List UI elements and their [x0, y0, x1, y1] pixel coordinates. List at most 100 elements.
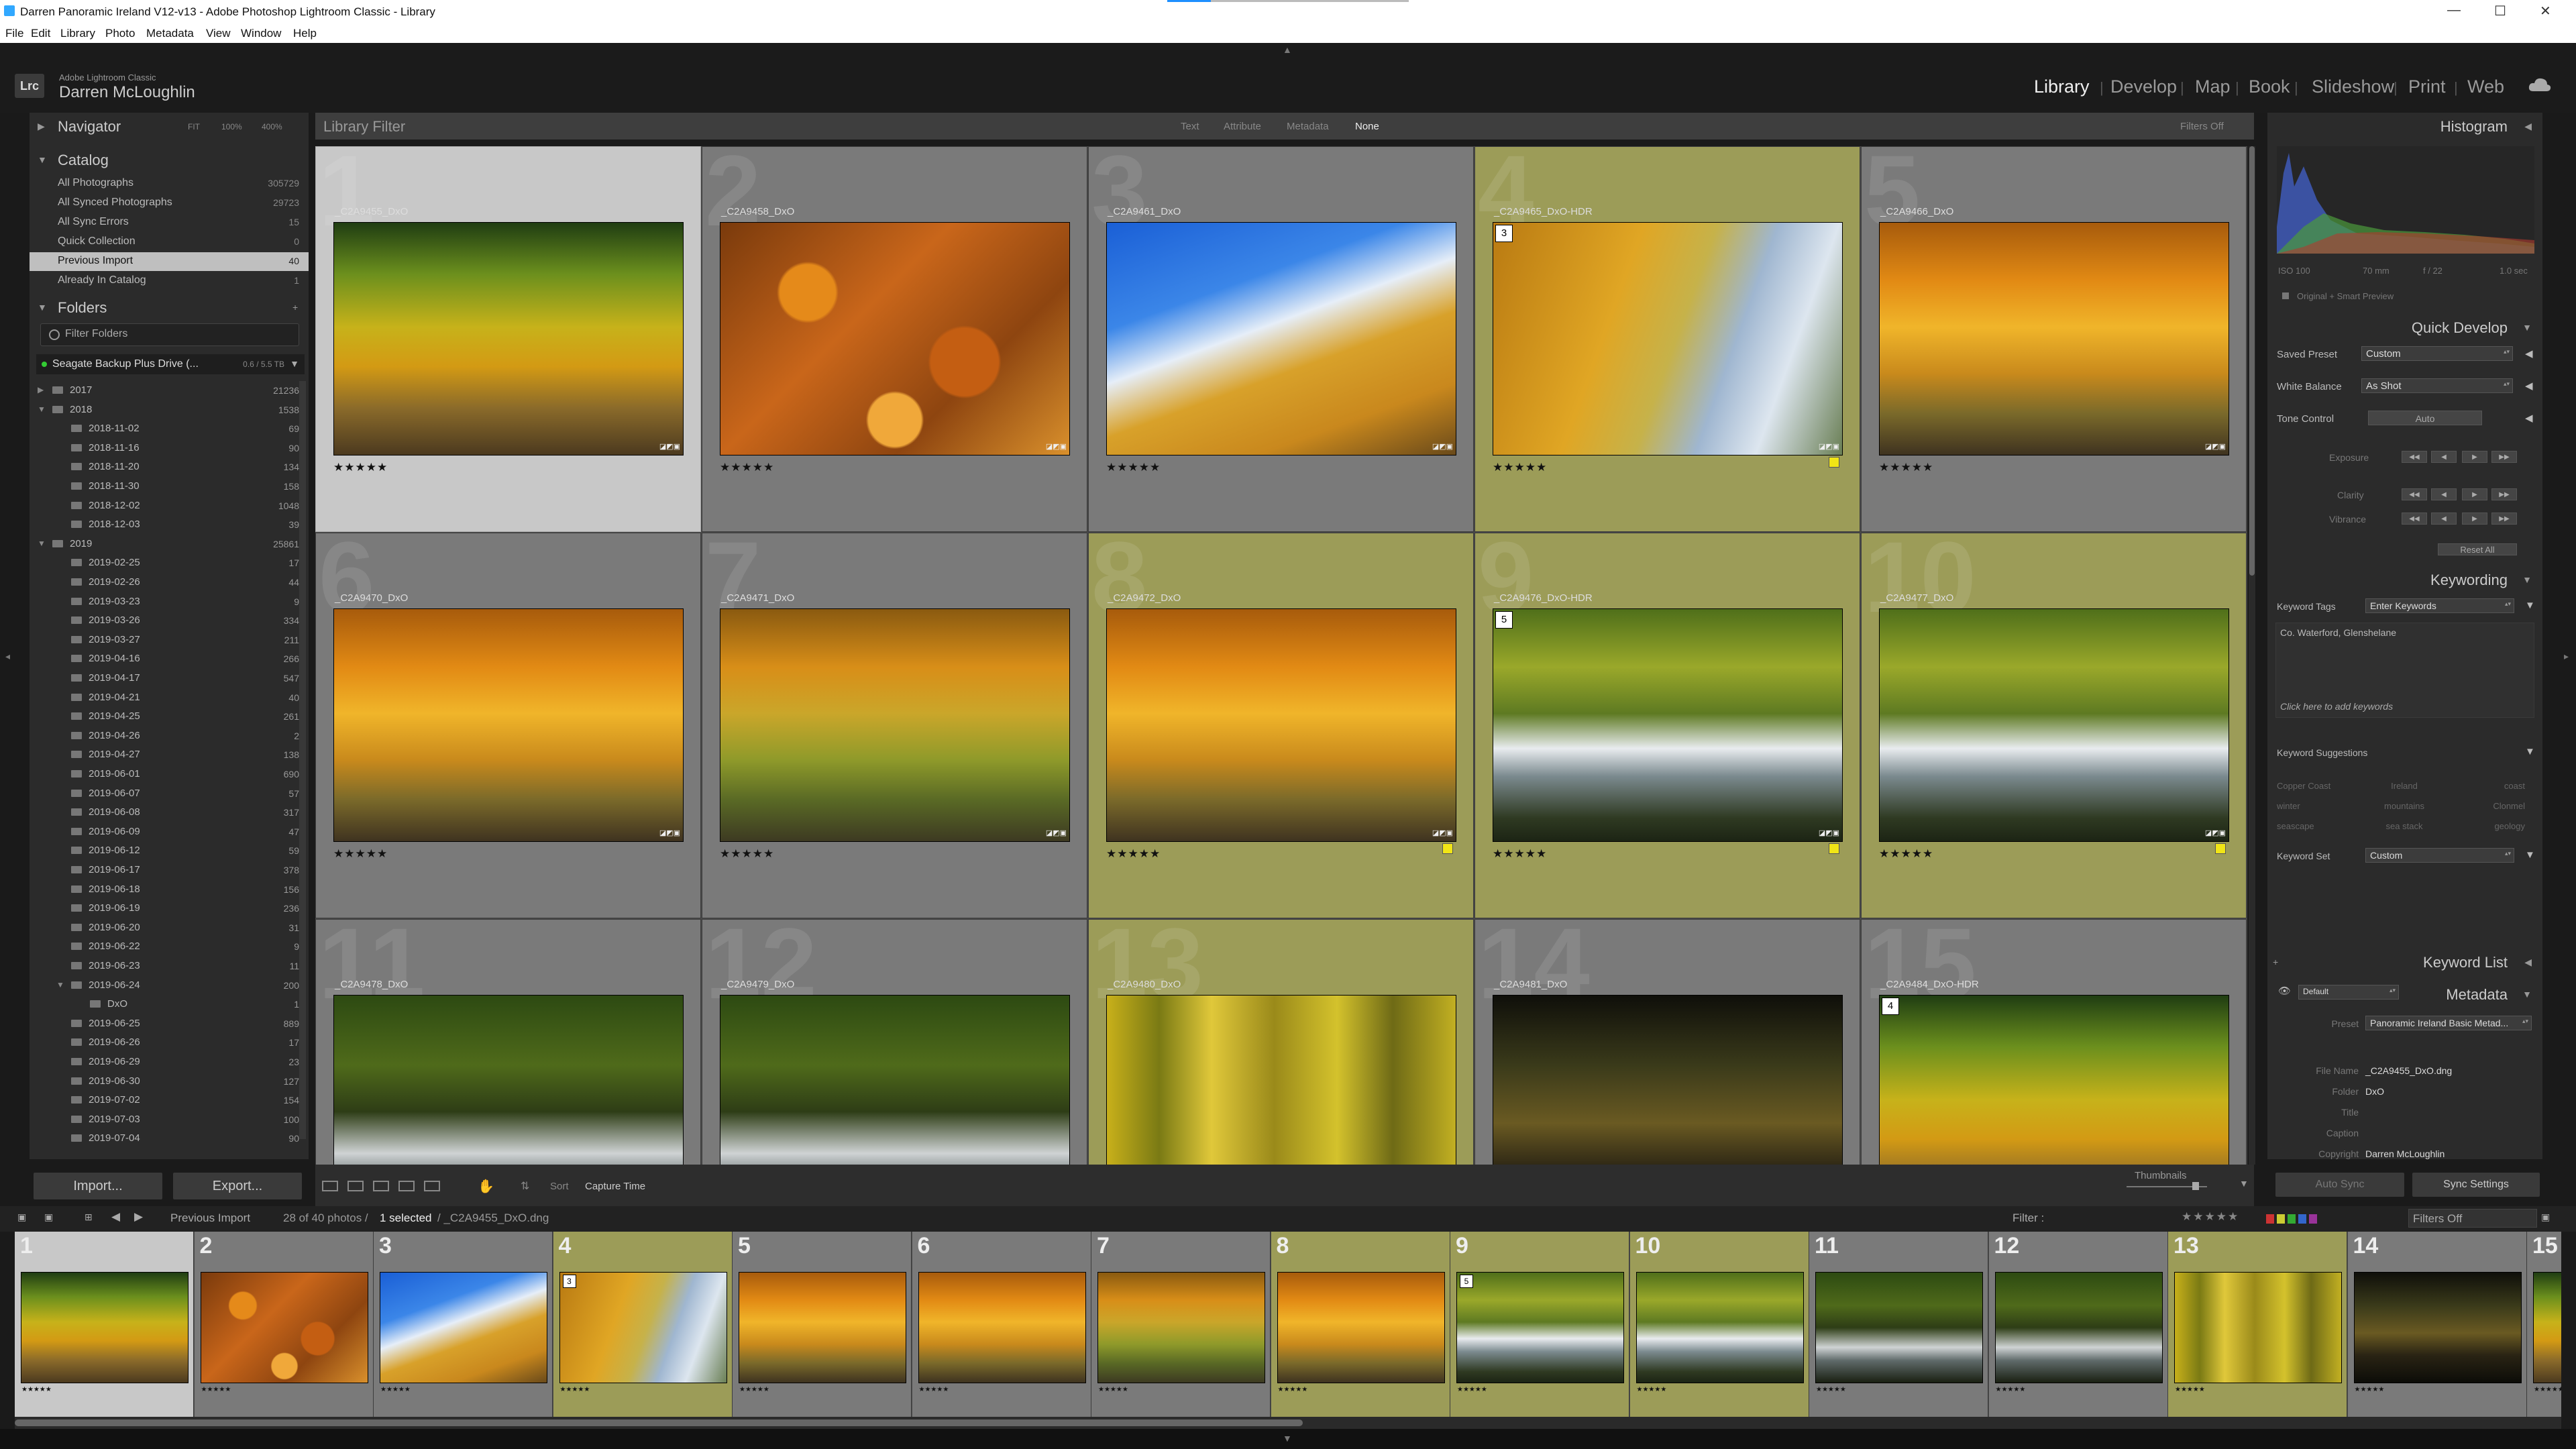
thumbnail-badges-icon[interactable]: ◪◩▣: [2205, 442, 2226, 451]
color-label-filters[interactable]: [2266, 1214, 2340, 1224]
volume-row[interactable]: Seagate Backup Plus Drive (... 0.6 / 5.5…: [36, 354, 305, 374]
folder-item[interactable]: 2019-04-16 266: [30, 649, 309, 669]
folder-item[interactable]: 2019-07-04 90: [30, 1129, 309, 1148]
folder-item[interactable]: 2019-06-08 317: [30, 803, 309, 822]
cell-rating[interactable]: ★★★★★: [1106, 461, 1161, 474]
thumbnail-badges-icon[interactable]: ◪◩▣: [1046, 828, 1067, 837]
module-slideshow[interactable]: Slideshow: [2312, 76, 2394, 97]
volume-menu-icon[interactable]: ▼: [290, 358, 299, 369]
survey-view-icon[interactable]: [398, 1181, 415, 1191]
cell-rating[interactable]: ★★★★★: [1879, 847, 1933, 861]
keyword-suggestion[interactable]: seascape: [2277, 821, 2357, 831]
grid-cell[interactable]: 14_C2A9481_DxO◪◩▣: [1474, 919, 1860, 1165]
metadata-header[interactable]: 👁 Default Metadata ▼: [2267, 981, 2542, 1008]
grid-cell[interactable]: 5 _C2A9466_DxO ◪◩▣ ★★★★★: [1861, 146, 2247, 532]
keyword-list-header[interactable]: + Keyword List ◀: [2267, 949, 2542, 975]
toolbar-menu-icon[interactable]: ▼: [2239, 1178, 2249, 1189]
photo-thumbnail[interactable]: [720, 608, 1070, 842]
loupe-view-icon[interactable]: [347, 1181, 364, 1191]
folder-disclosure-icon[interactable]: ▼: [56, 980, 64, 989]
filmstrip-cell[interactable]: 13 ★★★★★: [2168, 1232, 2347, 1417]
import-button[interactable]: Import...: [34, 1173, 162, 1199]
folder-item[interactable]: 2019-06-20 31: [30, 918, 309, 938]
filter-metadata[interactable]: Metadata: [1287, 121, 1329, 132]
filmstrip-thumbnail[interactable]: [918, 1272, 1086, 1383]
filmstrip-cell[interactable]: 7 ★★★★★: [1091, 1232, 1271, 1417]
module-map[interactable]: Map: [2195, 76, 2231, 97]
thumbnail-slider-handle[interactable]: [2192, 1182, 2199, 1190]
photo-thumbnail[interactable]: [1106, 222, 1456, 455]
stack-count-badge[interactable]: 3: [1495, 225, 1513, 242]
keyword-tags-select[interactable]: Enter Keywords: [2365, 598, 2514, 613]
grid-cell[interactable]: 8 _C2A9472_DxO ◪◩▣ ★★★★★: [1088, 533, 1474, 918]
saved-preset-select[interactable]: Custom: [2361, 346, 2513, 361]
cell-rating[interactable]: ★★★★★: [333, 847, 388, 861]
filter-folders-input[interactable]: Filter Folders: [40, 323, 299, 346]
folder-item[interactable]: 2019-06-07 57: [30, 784, 309, 804]
thumbnail-badges-icon[interactable]: ◪◩▣: [1819, 828, 1839, 837]
grid-cell[interactable]: 10 _C2A9477_DxO ◪◩▣ ★★★★★: [1861, 533, 2247, 918]
rating-filter-stars[interactable]: ★★★★★: [2182, 1210, 2239, 1224]
photo-thumbnail[interactable]: [333, 608, 684, 842]
filmstrip-cell[interactable]: 9 ★★★★★ 5: [1450, 1232, 1629, 1417]
forward-arrow-icon[interactable]: ▶: [134, 1210, 143, 1224]
metadata-field-value[interactable]: DxO: [2365, 1086, 2384, 1097]
collapse-bottom-arrow[interactable]: ▼: [1283, 1433, 1292, 1444]
menu-file[interactable]: File: [5, 27, 23, 40]
module-develop[interactable]: Develop: [2110, 76, 2177, 97]
filter-attribute[interactable]: Attribute: [1224, 121, 1261, 132]
folder-item[interactable]: 2018-11-16 90: [30, 439, 309, 458]
folder-item[interactable]: 2019-02-25 17: [30, 553, 309, 573]
folder-item[interactable]: 2019-03-23 9: [30, 592, 309, 612]
thumbnail-badges-icon[interactable]: ◪◩▣: [1432, 442, 1453, 451]
menu-view[interactable]: View: [206, 27, 231, 40]
photo-thumbnail[interactable]: [1493, 995, 1843, 1165]
folder-item[interactable]: 2019-06-17 378: [30, 861, 309, 880]
grid-scrollbar[interactable]: [2249, 146, 2255, 1165]
auto-tone-button[interactable]: Auto: [2368, 411, 2482, 425]
catalog-item[interactable]: Already In Catalog 1: [30, 272, 309, 290]
filmstrip-cell[interactable]: 5 ★★★★★: [733, 1232, 912, 1417]
folder-disclosure-icon[interactable]: ▼: [38, 405, 46, 414]
exposure-plus[interactable]: ▶: [2462, 451, 2487, 463]
add-keywords-hint[interactable]: Click here to add keywords: [2280, 701, 2393, 712]
filmstrip-thumbnail[interactable]: [1456, 1272, 1624, 1383]
clarity-minus[interactable]: ◀: [2431, 488, 2457, 500]
photo-thumbnail[interactable]: [333, 222, 684, 455]
folder-item[interactable]: ▼ 2018 1538: [30, 400, 309, 420]
cloud-sync-icon[interactable]: [2528, 76, 2552, 94]
module-book[interactable]: Book: [2249, 76, 2290, 97]
folder-item[interactable]: ▼ 2019-06-24 200: [30, 976, 309, 996]
folder-item[interactable]: 2019-07-03 100: [30, 1110, 309, 1130]
folder-item[interactable]: 2019-06-25 889: [30, 1014, 309, 1034]
vibrance-minus-big[interactable]: ◀◀: [2402, 513, 2427, 525]
module-library[interactable]: Library: [2034, 76, 2090, 97]
folder-item[interactable]: 2019-06-30 127: [30, 1072, 309, 1091]
folder-item[interactable]: 2019-02-26 44: [30, 573, 309, 592]
filmstrip-thumbnail[interactable]: [380, 1272, 547, 1383]
menu-metadata[interactable]: Metadata: [146, 27, 194, 40]
photo-thumbnail[interactable]: [1493, 608, 1843, 842]
filmstrip-filter-select[interactable]: Filters Off: [2408, 1209, 2537, 1228]
folder-item[interactable]: 2019-06-19 236: [30, 899, 309, 918]
stack-count-badge[interactable]: 3: [562, 1275, 576, 1288]
stack-count-badge[interactable]: 5: [1495, 611, 1513, 629]
grid-cell[interactable]: 12_C2A9479_DxO◪◩▣: [702, 919, 1087, 1165]
keyword-suggestion[interactable]: Ireland: [2364, 781, 2445, 791]
catalog-item[interactable]: All Sync Errors 15: [30, 213, 309, 232]
collapse-top-arrow[interactable]: ▲: [1283, 44, 1292, 55]
vibrance-minus[interactable]: ◀: [2431, 513, 2457, 525]
clarity-plus-big[interactable]: ▶▶: [2491, 488, 2517, 500]
color-label-yellow[interactable]: [1829, 457, 1839, 468]
filter-lock-icon[interactable]: ▣: [2541, 1212, 2550, 1223]
folder-item[interactable]: 2018-11-02 69: [30, 419, 309, 439]
monitor-2-icon[interactable]: ▣: [44, 1212, 53, 1223]
thumbnail-badges-icon[interactable]: ◪◩▣: [1432, 828, 1453, 837]
filmstrip-cell[interactable]: 8 ★★★★★: [1271, 1232, 1450, 1417]
filmstrip-cell[interactable]: 3 ★★★★★: [374, 1232, 553, 1417]
filmstrip-thumbnail[interactable]: [2533, 1272, 2561, 1383]
sync-settings-button[interactable]: Sync Settings: [2412, 1173, 2540, 1197]
filter-none[interactable]: None: [1355, 121, 1379, 132]
cell-rating[interactable]: ★★★★★: [1106, 847, 1161, 861]
metadata-field-value[interactable]: Darren McLoughlin: [2365, 1148, 2445, 1159]
